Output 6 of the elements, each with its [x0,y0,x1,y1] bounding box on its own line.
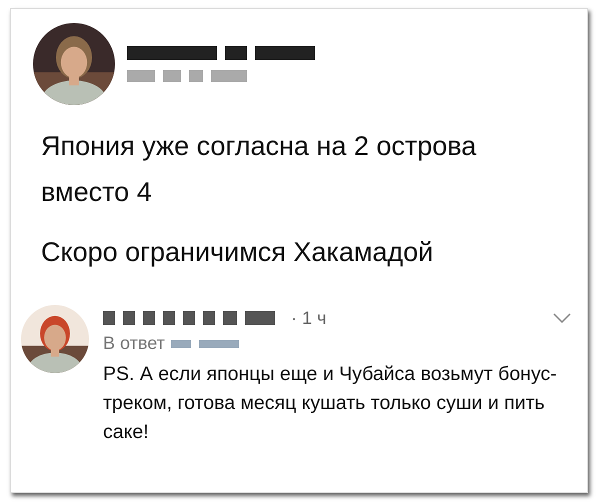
reply-to-label: В ответ [103,333,165,354]
timestamp: · 1 ч [291,308,326,328]
reply-text: PS. А если японцы еще и Чубайса возьмут бонус-треком, готова месяц кушать только суши и пить саке! [103,362,558,445]
chevron-down-icon[interactable] [553,313,571,323]
tweet-text: Скоро ограничимся Хакамадой [41,236,434,269]
tweet-text: Япония уже согласна на 2 острова вместо 4 [41,130,478,209]
